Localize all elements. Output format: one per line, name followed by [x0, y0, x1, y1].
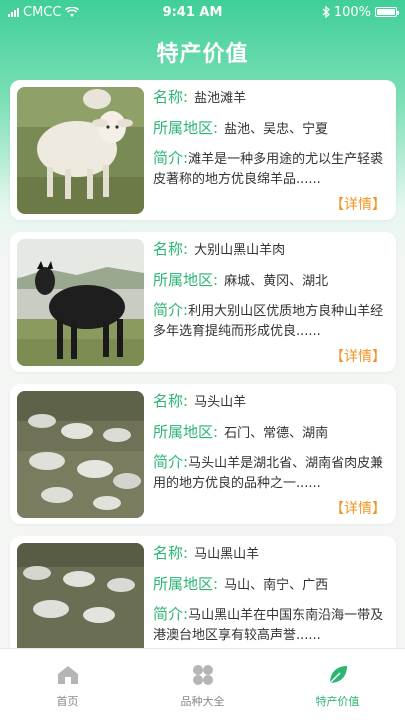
product-intro: 滩羊是一种多用途的尤以生产轻裘皮著称的地方优良绵羊品......: [153, 152, 384, 187]
status-bar: CMCC 9:41 AM 100%: [0, 0, 405, 24]
product-region: 盐池、吴忠、宁夏: [224, 122, 329, 137]
tab-specialty[interactable]: 特产价值: [270, 649, 405, 720]
name-label: 名称:: [153, 240, 189, 258]
product-intro: 利用大别山区优质地方良种山羊经多年选育提纯而形成优良......: [153, 304, 384, 339]
product-card[interactable]: 名称: 盐池滩羊 所属地区: 盐池、吴忠、宁夏 简介:滩羊是一种多用途的尤以生产轻裘…: [10, 80, 396, 220]
detail-link[interactable]: 【详情】: [330, 194, 386, 214]
name-label: 名称:: [153, 88, 189, 106]
tab-breeds[interactable]: 品种大全: [135, 649, 270, 720]
battery-icon: [375, 7, 399, 17]
page-title: 特产价值: [156, 42, 249, 67]
intro-label: 简介:: [153, 605, 189, 623]
detail-link[interactable]: 【详情】: [330, 498, 386, 518]
carrier-label: CMCC: [23, 4, 62, 20]
home-icon: [57, 666, 78, 684]
product-name: 盐池滩羊: [194, 91, 247, 106]
region-label: 所属地区:: [153, 423, 219, 441]
battery-percent: 100%: [333, 4, 371, 20]
region-label: 所属地区:: [153, 119, 219, 137]
region-label: 所属地区:: [153, 271, 219, 289]
tab-home[interactable]: 首页: [0, 649, 135, 720]
bluetooth-icon: [322, 6, 330, 18]
product-region: 石门、常德、湖南: [224, 426, 329, 441]
grid-icon: [192, 665, 213, 685]
name-label: 名称:: [153, 392, 189, 410]
signal-icon: [8, 7, 19, 17]
goat-flock-image: [17, 391, 144, 518]
intro-label: 简介:: [153, 149, 189, 167]
wifi-icon: [65, 6, 80, 17]
product-region: 马山、南宁、广西: [224, 578, 329, 593]
intro-label: 简介:: [153, 453, 189, 471]
white-sheep-image: [17, 87, 144, 214]
product-card[interactable]: 名称: 大别山黑山羊肉 所属地区: 麻城、黄冈、湖北 简介:利用大别山区优质地方良种…: [10, 232, 396, 372]
black-goat-image: [17, 239, 144, 366]
tab-label: 特产价值: [315, 695, 360, 708]
detail-link[interactable]: 【详情】: [330, 346, 386, 366]
name-label: 名称:: [153, 544, 189, 562]
product-name: 大别山黑山羊肉: [194, 243, 286, 258]
product-name: 马山黑山羊: [194, 547, 260, 562]
tab-label: 品种大全: [180, 695, 225, 708]
product-region: 麻城、黄冈、湖北: [224, 274, 329, 289]
tab-bar: 首页 品种大全 特产价值: [0, 648, 405, 720]
product-name: 马头山羊: [194, 395, 247, 410]
region-label: 所属地区:: [153, 575, 219, 593]
tab-label: 首页: [56, 695, 79, 708]
leaf-icon: [328, 666, 347, 684]
product-intro: 马头山羊是湖北省、湖南省肉皮兼用的地方优良的品种之一......: [153, 456, 384, 491]
intro-label: 简介:: [153, 301, 189, 319]
product-intro: 马山黑山羊在中国东南沿海一带及港澳台地区享有较高声誉......: [153, 608, 384, 643]
product-list: 名称: 盐池滩羊 所属地区: 盐池、吴忠、宁夏 简介:滩羊是一种多用途的尤以生产轻裘…: [10, 80, 396, 688]
product-card[interactable]: 名称: 马头山羊 所属地区: 石门、常德、湖南 简介:马头山羊是湖北省、湖南省肉皮兼…: [10, 384, 396, 524]
status-time: 9:41 AM: [162, 4, 223, 20]
